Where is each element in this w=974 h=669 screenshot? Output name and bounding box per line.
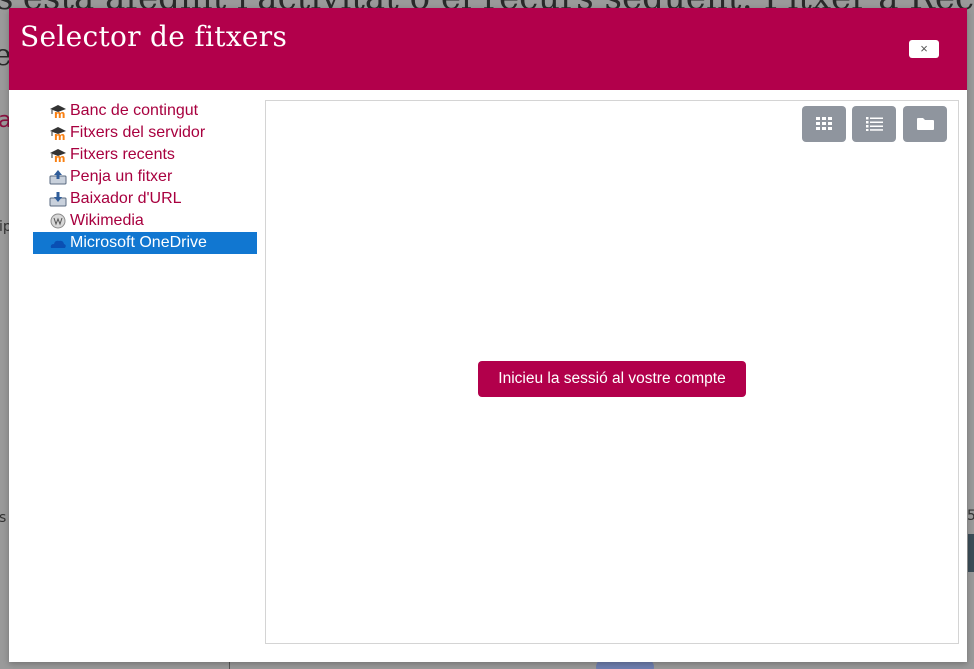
repository-item-wikimedia[interactable]: Wikimedia <box>33 210 257 232</box>
background-text-fragment: s <box>0 510 7 526</box>
wikimedia-icon <box>49 213 67 229</box>
svg-text:m: m <box>54 130 65 141</box>
repository-item-label: Banc de contingut <box>70 102 199 119</box>
login-button[interactable]: Inicieu la sessió al vostre compte <box>478 361 746 397</box>
folder-view-icon <box>916 118 934 130</box>
file-picker-dialog: Selector de fitxers × m Banc de contingu… <box>9 8 967 662</box>
moodle-icon: m <box>49 125 67 141</box>
repository-item-label: Baixador d'URL <box>70 190 182 207</box>
grid-view-button[interactable] <box>802 106 846 142</box>
folder-view-button[interactable] <box>903 106 947 142</box>
dialog-title: Selector de fitxers <box>20 20 288 53</box>
repository-item-recent-files[interactable]: m Fitxers recents <box>33 144 257 166</box>
list-view-button[interactable] <box>852 106 896 142</box>
repository-item-upload-file[interactable]: Penja un fitxer <box>33 166 257 188</box>
moodle-icon: m <box>49 147 67 163</box>
close-button[interactable]: × <box>909 40 939 58</box>
url-download-icon <box>49 191 67 207</box>
repository-item-label: Fitxers recents <box>70 146 175 163</box>
grid-view-icon <box>816 117 832 130</box>
svg-text:m: m <box>54 108 65 119</box>
list-view-icon <box>865 117 883 131</box>
repository-item-server-files[interactable]: m Fitxers del servidor <box>33 122 257 144</box>
onedrive-icon <box>49 235 67 251</box>
repository-item-content-bank[interactable]: m Banc de contingut <box>33 100 257 122</box>
repository-item-onedrive[interactable]: Microsoft OneDrive <box>33 232 257 254</box>
svg-text:m: m <box>54 152 65 163</box>
upload-icon <box>49 169 67 185</box>
repository-item-label: Wikimedia <box>70 212 144 229</box>
dialog-header: Selector de fitxers × <box>9 8 967 90</box>
file-browser-panel: Inicieu la sessió al vostre compte <box>265 100 959 644</box>
repository-item-label: Fitxers del servidor <box>70 124 206 141</box>
repository-item-label: Microsoft OneDrive <box>70 234 207 251</box>
repository-item-url-downloader[interactable]: Baixador d'URL <box>33 188 257 210</box>
moodle-icon: m <box>49 103 67 119</box>
repository-item-label: Penja un fitxer <box>70 168 173 185</box>
repository-list: m Banc de contingut m Fitxers del servid… <box>33 100 257 254</box>
background-button-fragment <box>968 534 974 572</box>
background-text-fragment: 5 <box>967 508 974 524</box>
